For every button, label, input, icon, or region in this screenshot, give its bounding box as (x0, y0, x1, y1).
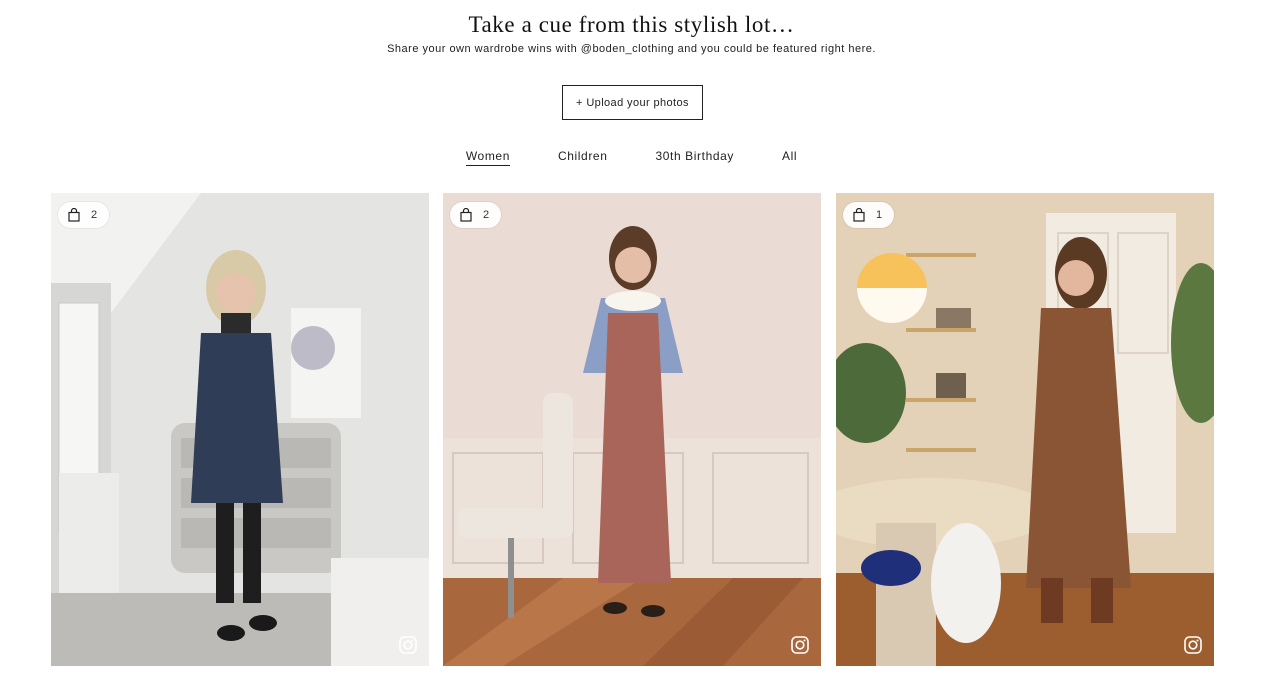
shopping-bag-icon (68, 208, 80, 222)
shopping-bag-icon (853, 208, 865, 222)
customer-photo (51, 193, 429, 666)
product-count: 2 (91, 209, 98, 221)
gallery-card[interactable]: 2 (51, 193, 429, 666)
tab-all[interactable]: All (782, 149, 797, 166)
tab-children[interactable]: Children (558, 149, 608, 166)
gallery-card[interactable]: 1 (836, 193, 1214, 666)
product-count-badge[interactable]: 1 (843, 202, 894, 228)
tab-30th-birthday[interactable]: 30th Birthday (655, 149, 734, 166)
customer-photo (443, 193, 821, 666)
upload-photos-button[interactable]: + Upload your photos (562, 85, 703, 120)
shopping-bag-icon (460, 208, 472, 222)
tab-women[interactable]: Women (465, 149, 510, 166)
product-count: 1 (876, 209, 883, 221)
gallery-card[interactable]: 2 (443, 193, 821, 666)
instagram-icon (1184, 636, 1202, 654)
page-title: Take a cue from this stylish lot… (468, 12, 795, 37)
customer-photo (836, 193, 1214, 666)
product-count-badge[interactable]: 2 (58, 202, 109, 228)
product-count: 2 (483, 209, 490, 221)
ugc-gallery: 2 2 1 (51, 193, 1214, 666)
page-subtitle: Share your own wardrobe wins with @boden… (387, 43, 876, 55)
instagram-icon (791, 636, 809, 654)
product-count-badge[interactable]: 2 (450, 202, 501, 228)
instagram-icon (399, 636, 417, 654)
category-tabs: Women Children 30th Birthday All (0, 149, 1263, 166)
